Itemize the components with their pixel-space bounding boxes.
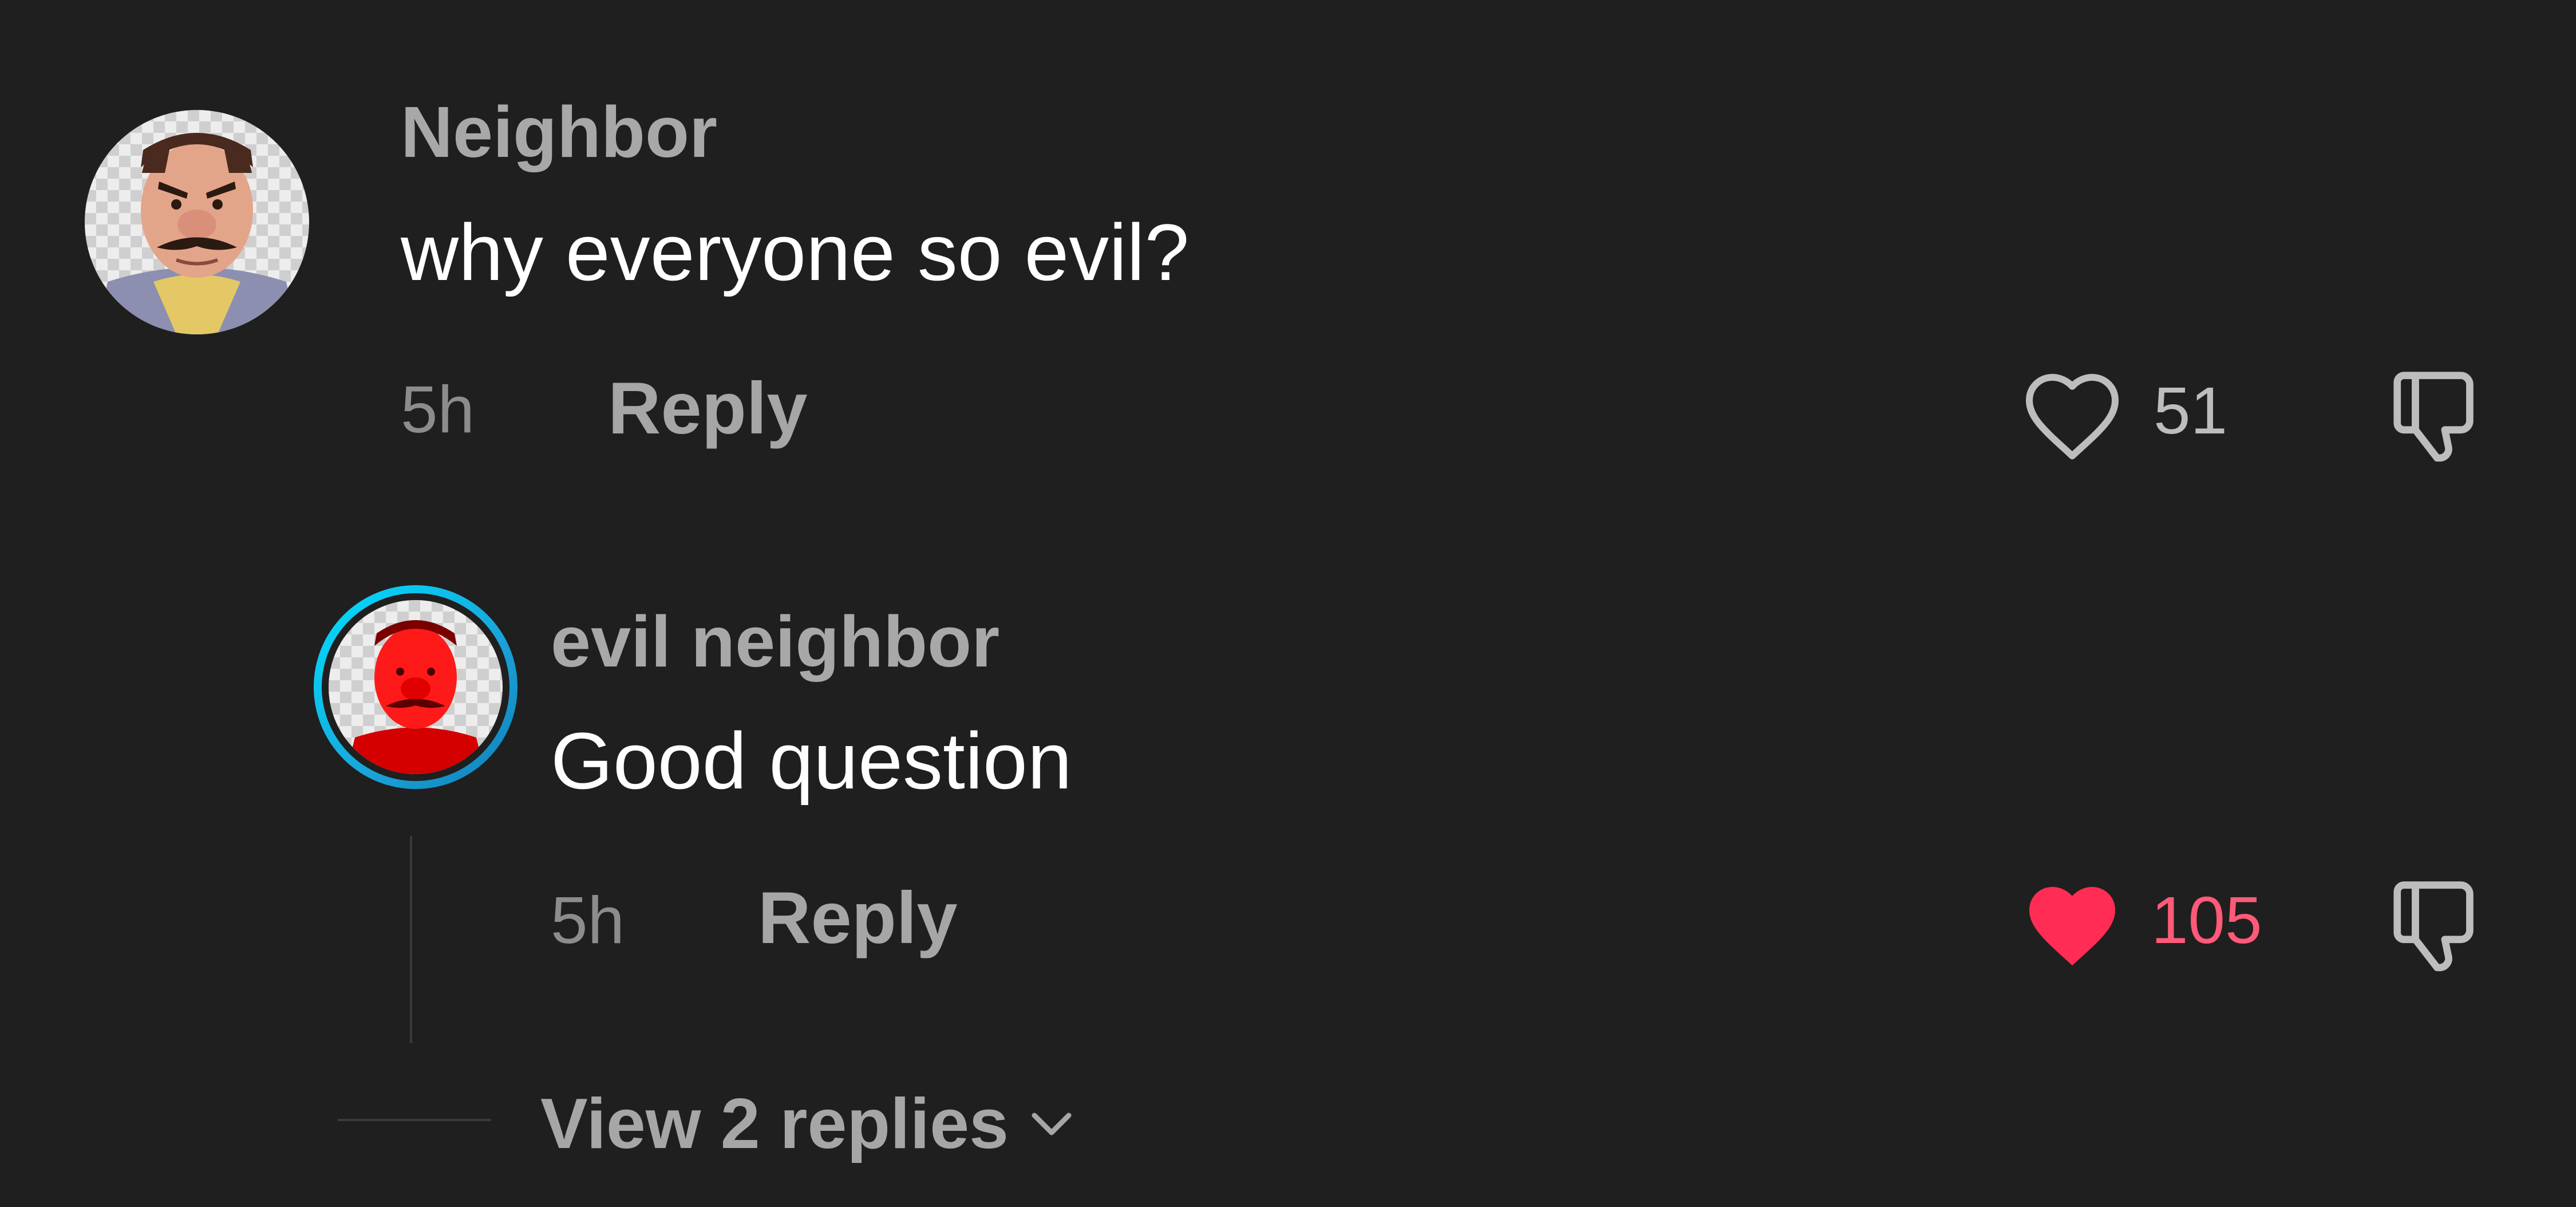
- like-count: 105: [2151, 883, 2262, 957]
- comment-text: Good question: [551, 716, 1072, 806]
- like-button[interactable]: [2021, 366, 2135, 464]
- comment-timestamp: 5h: [551, 883, 625, 957]
- like-count: 51: [2154, 373, 2228, 448]
- avatar-image: [96, 133, 298, 334]
- avatar[interactable]: [85, 110, 309, 334]
- heart-icon: [2026, 374, 2119, 460]
- comment-username[interactable]: Neighbor: [401, 90, 717, 173]
- view-replies-button[interactable]: View 2 replies: [540, 1081, 1077, 1167]
- comment-text: why everyone so evil?: [401, 207, 1190, 297]
- thumbs-down-icon: [2393, 881, 2474, 972]
- view-replies-label: View 2 replies: [540, 1084, 1009, 1163]
- view-replies-divider: [338, 1119, 491, 1121]
- chevron-down-icon: [1032, 1113, 1072, 1135]
- thread-line: [410, 836, 412, 1043]
- story-ring[interactable]: [314, 585, 517, 789]
- dislike-button[interactable]: [2384, 871, 2492, 980]
- like-button[interactable]: [2021, 876, 2135, 973]
- dislike-button[interactable]: [2384, 362, 2492, 471]
- thumbs-down-icon: [2393, 372, 2474, 462]
- heart-filled-icon: [2029, 887, 2115, 966]
- avatar-image: [346, 620, 485, 774]
- avatar: [329, 600, 503, 774]
- reply-button[interactable]: Reply: [608, 366, 808, 451]
- comment-username[interactable]: evil neighbor: [551, 600, 999, 683]
- comment-timestamp: 5h: [401, 372, 475, 447]
- reply-button[interactable]: Reply: [758, 876, 958, 960]
